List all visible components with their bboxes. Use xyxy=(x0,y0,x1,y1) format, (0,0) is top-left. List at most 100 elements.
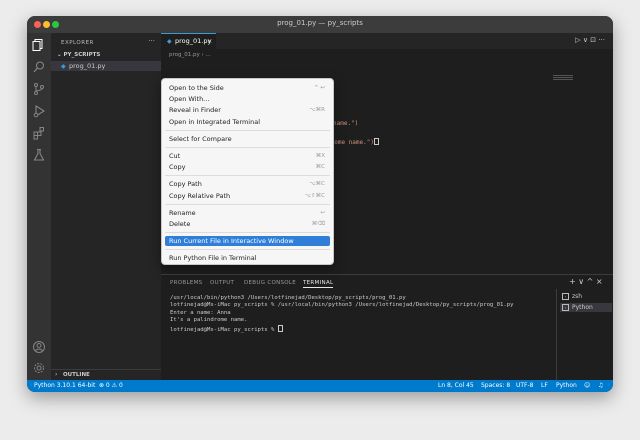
status-bar: Python 3.10.1 64-bit ⊗ 0 ⚠ 0 Ln 8, Col 4… xyxy=(27,380,613,392)
menu-item-label: Reveal in Finder xyxy=(169,106,221,115)
editor-actions[interactable]: ▷ ∨ ⊡ ··· xyxy=(575,36,605,44)
menu-item-label: Delete xyxy=(169,220,191,228)
menu-separator xyxy=(165,175,330,177)
code-text: drome name.") xyxy=(327,139,374,146)
tab-prog-01[interactable]: ◆ prog_01.py × xyxy=(161,33,216,50)
menu-item-shortcut: ⌥⌘C xyxy=(309,181,325,188)
menu-item-label: Copy xyxy=(169,163,186,172)
terminal-icon: › xyxy=(562,293,569,300)
testing-icon[interactable] xyxy=(32,148,46,162)
terminal-line: lotfinejad@Ms-iMac py_scripts % /usr/loc… xyxy=(170,302,514,309)
tab-problems[interactable]: PROBLEMS xyxy=(170,280,202,286)
explorer-more-actions[interactable]: ··· xyxy=(148,37,155,45)
explorer-sidebar: EXPLORER ··· ⌄ PY_SCRIPTS ◆ prog_01.py ›… xyxy=(51,33,161,380)
explorer-header: EXPLORER xyxy=(61,40,94,46)
menu-item-shortcut: ⌘X xyxy=(315,153,325,159)
folder-py-scripts[interactable]: ⌄ PY_SCRIPTS xyxy=(57,52,100,58)
window-title: prog_01.py — py_scripts xyxy=(277,19,363,27)
menu-item[interactable]: Rename ↩ xyxy=(165,208,330,218)
tab-debug-console[interactable]: DEBUG CONSOLE xyxy=(244,280,296,286)
menu-item[interactable]: Select for Compare xyxy=(165,134,330,144)
feedback-icon[interactable]: ☺ xyxy=(584,382,590,389)
search-icon[interactable] xyxy=(32,60,46,74)
title-bar: prog_01.py — py_scripts xyxy=(27,16,613,34)
outline-label: OUTLINE xyxy=(63,372,90,378)
tab-terminal[interactable]: TERMINAL xyxy=(303,280,334,288)
status-cursor-position[interactable]: Ln 8, Col 45 xyxy=(438,382,474,389)
breadcrumb[interactable]: prog_01.py › ... xyxy=(169,52,211,58)
menu-item[interactable]: Delete ⌘⌫ xyxy=(165,219,330,229)
python-file-icon: ◆ xyxy=(167,38,172,45)
terminal-list: › zsh › Python xyxy=(556,289,613,381)
status-encoding[interactable]: UTF-8 xyxy=(516,382,534,389)
outline-section[interactable]: › OUTLINE xyxy=(51,369,161,380)
terminal-item-zsh[interactable]: › zsh xyxy=(560,292,612,301)
terminal-icon: › xyxy=(562,304,569,311)
menu-item[interactable]: Copy Path ⌥⌘C xyxy=(165,179,330,189)
extensions-icon[interactable] xyxy=(32,126,46,140)
terminal-line: /usr/local/bin/python3 /Users/lotfinejad… xyxy=(170,295,406,301)
menu-item[interactable]: Copy Relative Path ⌥⇧⌘C xyxy=(165,191,330,201)
terminal-line: It's a palindrome name. xyxy=(170,317,248,324)
menu-item-shortcut: ↩ xyxy=(320,209,325,216)
chevron-right-icon: › xyxy=(55,371,58,378)
terminal-output[interactable]: /usr/local/bin/python3 /Users/lotfinejad… xyxy=(170,295,550,333)
menu-separator xyxy=(165,129,330,131)
menu-separator xyxy=(165,249,330,251)
vscode-window: prog_01.py — py_scripts EXPLORER ··· ⌄ P… xyxy=(27,16,613,392)
menu-item-label: Select for Compare xyxy=(169,134,232,143)
minimap[interactable] xyxy=(553,75,573,81)
menu-item-label: Run Current File in Interactive Window xyxy=(169,237,294,246)
menu-item[interactable]: Run Current File in Interactive Window xyxy=(165,236,330,247)
status-python-interpreter[interactable]: Python 3.10.1 64-bit xyxy=(34,382,95,389)
panel-actions[interactable]: + ∨ ^ × xyxy=(569,277,603,286)
run-debug-icon[interactable] xyxy=(32,104,46,118)
explorer-file-item[interactable]: ◆ prog_01.py xyxy=(51,61,161,71)
file-name: prog_01.py xyxy=(69,62,106,70)
settings-gear-icon[interactable] xyxy=(32,361,46,375)
menu-item[interactable]: Reveal in Finder ⌥⌘R xyxy=(165,105,330,115)
tab-label: prog_01.py xyxy=(175,37,212,45)
status-eol[interactable]: LF xyxy=(541,382,548,389)
code-line[interactable]: name.") xyxy=(333,120,358,127)
status-problems[interactable]: ⊗ 0 ⚠ 0 xyxy=(99,382,123,389)
menu-item[interactable]: Copy ⌘C xyxy=(165,162,330,172)
menu-item[interactable]: Run Python File in Terminal xyxy=(165,253,330,263)
menu-item[interactable]: Cut ⌘X xyxy=(165,151,330,161)
activity-bar xyxy=(27,33,51,380)
menu-separator xyxy=(165,147,330,148)
close-icon[interactable]: × xyxy=(207,37,212,45)
status-indentation[interactable]: Spaces: 8 xyxy=(481,382,510,389)
menu-item-shortcut: ⌘⌫ xyxy=(311,221,325,227)
menu-item[interactable]: Open in Integrated Terminal xyxy=(165,117,330,127)
menu-separator xyxy=(165,232,330,234)
menu-item-label: Open With... xyxy=(169,95,210,104)
menu-item-shortcut: ⌥⌘R xyxy=(309,107,325,114)
account-icon[interactable] xyxy=(32,340,46,354)
terminal-cursor xyxy=(277,324,283,332)
menu-item[interactable]: Open With... xyxy=(165,94,330,104)
menu-item-label: Copy Path xyxy=(169,180,202,189)
menu-item-label: Cut xyxy=(169,152,181,160)
editor-tab-bar: ◆ prog_01.py × ▷ ∨ ⊡ ··· xyxy=(161,33,613,50)
menu-item-shortcut: ⌥⇧⌘C xyxy=(304,192,325,199)
menu-item-label: Run Python File in Terminal xyxy=(169,254,257,263)
menu-item-label: Copy Relative Path xyxy=(169,191,231,200)
menu-item-label: Rename xyxy=(169,208,196,217)
menu-separator xyxy=(165,203,330,205)
tab-output[interactable]: OUTPUT xyxy=(210,280,234,286)
code-line[interactable]: drome name.") xyxy=(327,138,379,146)
python-file-icon: ◆ xyxy=(61,63,66,70)
terminal-prompt-line: lotfinejad@Ms-iMac py_scripts % xyxy=(170,324,550,333)
source-control-icon[interactable] xyxy=(32,82,46,96)
notifications-bell-icon[interactable]: ♫ xyxy=(598,382,603,389)
status-language[interactable]: Python xyxy=(556,382,577,389)
terminal-label: Python xyxy=(572,304,593,311)
folder-label: PY_SCRIPTS xyxy=(63,52,101,58)
files-icon[interactable] xyxy=(32,38,46,52)
menu-item-label: Open to the Side xyxy=(169,84,224,92)
menu-item-label: Open in Integrated Terminal xyxy=(169,117,260,126)
bottom-panel: PROBLEMS OUTPUT DEBUG CONSOLE TERMINAL +… xyxy=(161,274,613,381)
menu-item[interactable]: Open to the Side ^ ↩ xyxy=(165,83,330,93)
terminal-item-python[interactable]: › Python xyxy=(560,303,612,312)
